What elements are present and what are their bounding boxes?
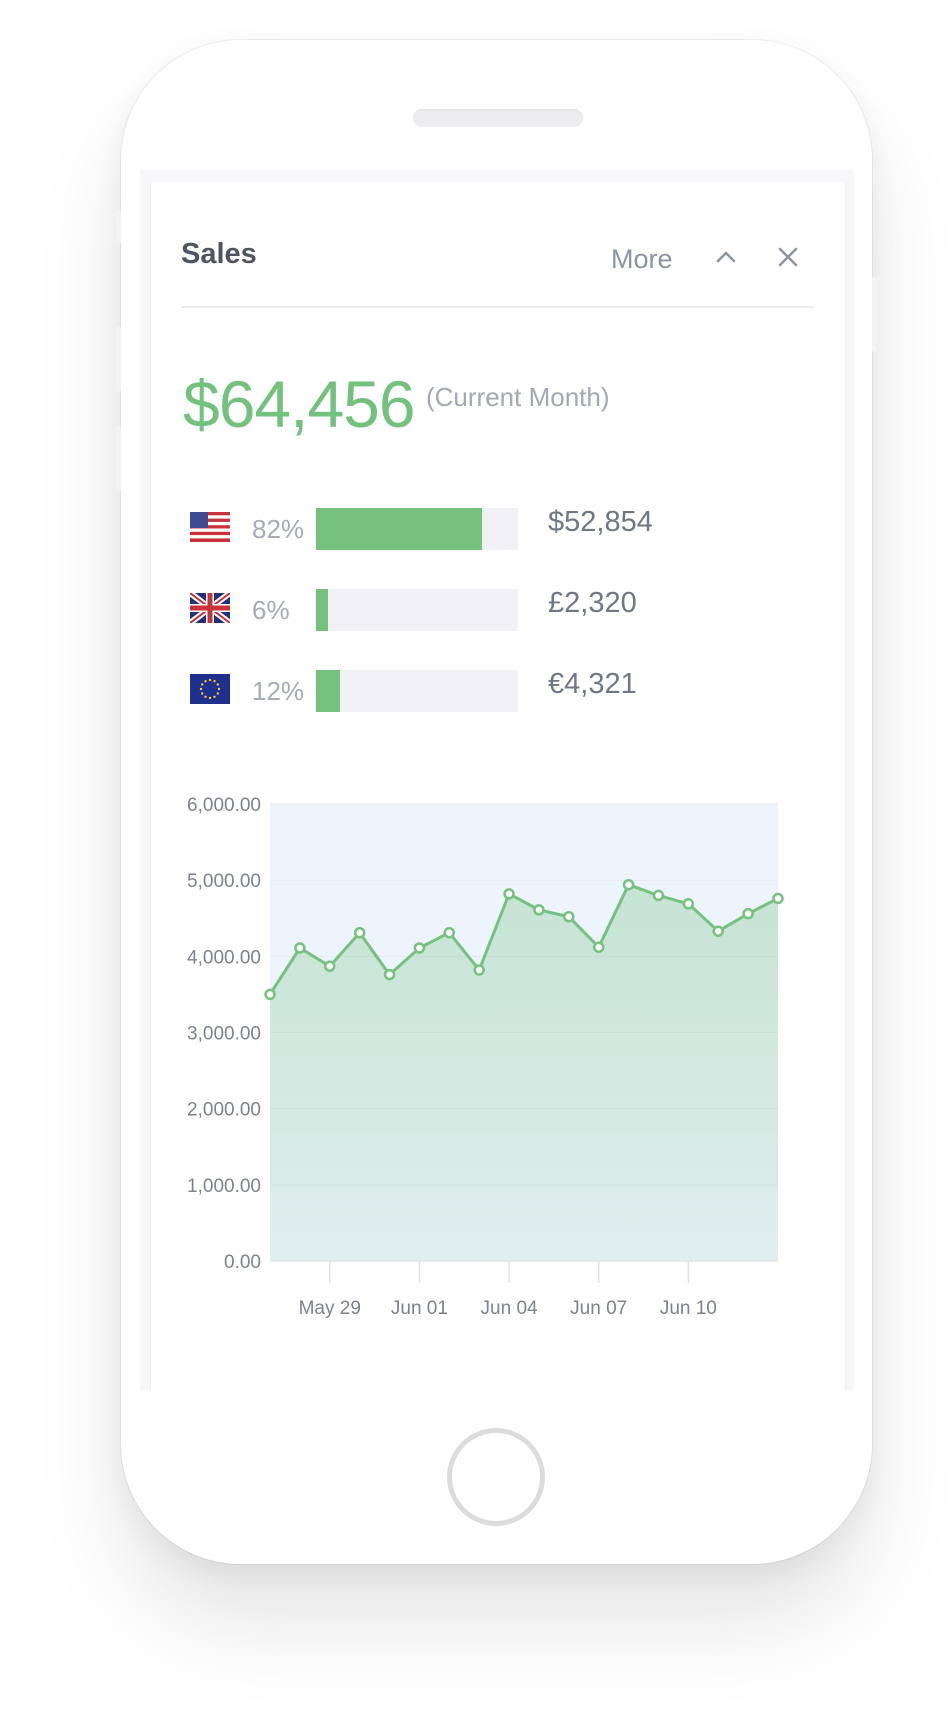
uk-flag-icon xyxy=(188,590,232,626)
close-icon[interactable] xyxy=(773,242,803,272)
country-row-eu: 12% €4,321 xyxy=(190,668,690,712)
data-point[interactable] xyxy=(383,968,396,981)
data-point[interactable] xyxy=(503,888,515,900)
data-point[interactable] xyxy=(742,907,754,920)
data-point[interactable] xyxy=(264,988,276,1001)
data-point[interactable] xyxy=(294,942,306,954)
data-point[interactable] xyxy=(563,910,575,923)
x-tick-label: Jun 07 xyxy=(570,1298,627,1319)
x-tick-label: Jun 04 xyxy=(481,1298,538,1319)
country-progress-track xyxy=(316,508,518,550)
power-button xyxy=(872,276,877,352)
speaker-grille xyxy=(413,109,583,127)
total-sales-value: $64,456 xyxy=(183,367,416,441)
card-header: Sales More xyxy=(181,236,814,308)
volume-up-button xyxy=(116,326,121,392)
card-title: Sales xyxy=(181,238,257,270)
country-progress-track xyxy=(316,589,518,631)
country-percent: 6% xyxy=(252,595,290,625)
data-point[interactable] xyxy=(772,892,784,905)
chevron-up-icon[interactable] xyxy=(711,242,741,272)
y-tick-label: 2,000.00 xyxy=(187,1100,261,1121)
y-tick-label: 0.00 xyxy=(224,1252,261,1273)
x-tick-label: May 29 xyxy=(299,1298,361,1319)
x-tick-label: Jun 01 xyxy=(391,1298,448,1319)
country-amount: €4,321 xyxy=(548,668,637,700)
country-progress-fill xyxy=(316,670,341,712)
data-point[interactable] xyxy=(413,942,426,954)
y-tick-label: 6,000.00 xyxy=(187,795,261,816)
y-tick-label: 1,000.00 xyxy=(187,1176,261,1197)
home-button[interactable] xyxy=(447,1428,545,1526)
y-tick-label: 4,000.00 xyxy=(187,947,261,968)
data-point[interactable] xyxy=(473,964,485,976)
data-point[interactable] xyxy=(324,960,336,972)
data-point[interactable] xyxy=(682,898,695,910)
country-amount: $52,854 xyxy=(548,506,653,538)
y-tick-label: 3,000.00 xyxy=(187,1024,261,1045)
period-label: (Current Month) xyxy=(426,382,610,412)
data-point[interactable] xyxy=(443,926,456,939)
country-progress-fill xyxy=(316,589,329,631)
data-point[interactable] xyxy=(652,889,665,902)
country-amount: £2,320 xyxy=(548,587,637,619)
data-point[interactable] xyxy=(622,878,635,891)
country-progress-fill xyxy=(316,508,482,550)
data-point[interactable] xyxy=(712,925,724,937)
side-button xyxy=(116,210,121,244)
eu-flag-icon xyxy=(190,674,230,704)
country-percent: 12% xyxy=(252,676,305,706)
more-button[interactable]: More xyxy=(611,244,673,275)
country-percent: 82% xyxy=(252,514,305,544)
y-tick-label: 5,000.00 xyxy=(187,871,261,892)
country-row-uk: 6% £2,320 xyxy=(188,587,690,631)
country-row-us: 82% $52,854 xyxy=(190,506,690,550)
country-progress-track xyxy=(316,670,518,712)
volume-down-button xyxy=(116,426,121,492)
data-point[interactable] xyxy=(353,926,366,939)
data-point[interactable] xyxy=(592,941,605,953)
x-tick-label: Jun 10 xyxy=(660,1298,717,1319)
us-flag-icon xyxy=(190,512,230,542)
sales-area-chart: 0.00 1,000.00 2,000.00 3,000.00 4,000.00 5,00… xyxy=(187,795,784,1319)
data-point[interactable] xyxy=(533,904,545,916)
